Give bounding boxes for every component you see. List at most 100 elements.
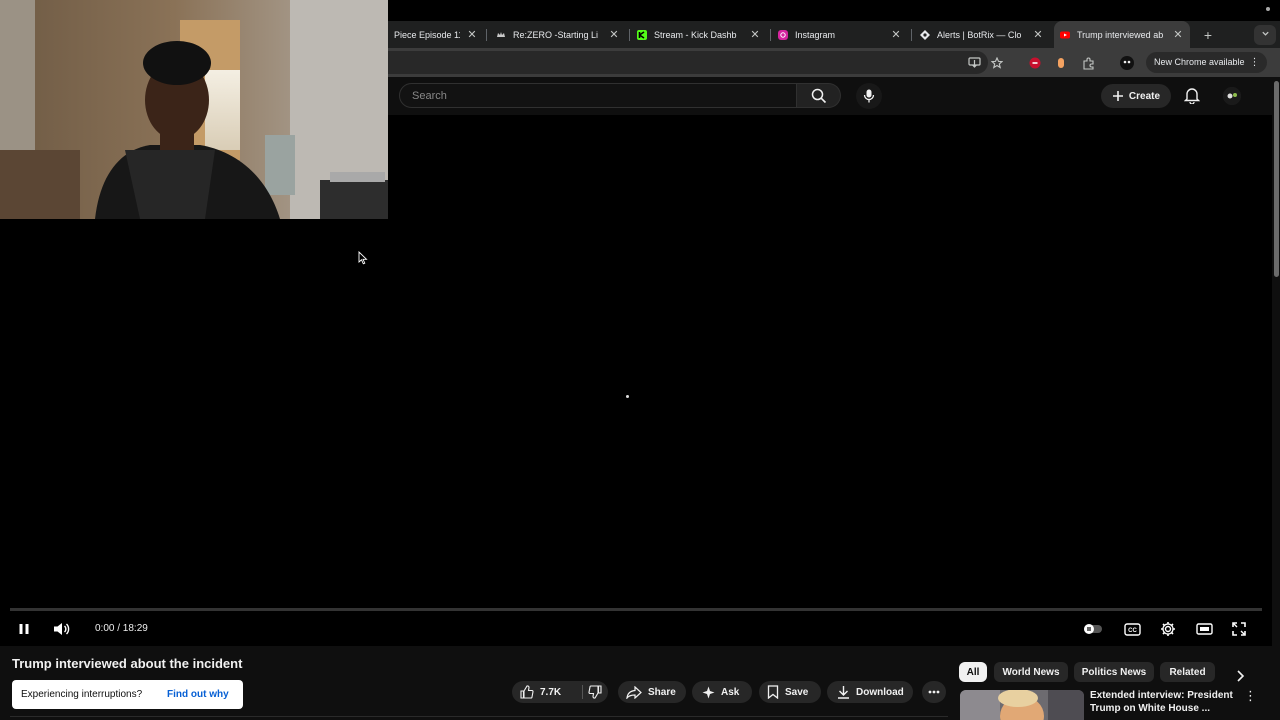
like-dislike-group: 7.7K (512, 681, 608, 703)
scrollbar-thumb[interactable] (1274, 81, 1279, 277)
player-controls: 0:00 / 18:29 CC (0, 615, 1272, 643)
tab-title: Trump interviewed ab (1077, 29, 1164, 40)
volume-icon (54, 623, 70, 635)
tab-title: Instagram (795, 29, 836, 40)
tab-close-icon[interactable]: ✕ (466, 28, 478, 41)
tab-divider (911, 29, 912, 41)
account-avatar[interactable] (1223, 87, 1241, 105)
thumbnail-image (960, 690, 1084, 720)
tab-title: Piece Episode 11 (394, 29, 460, 40)
chevron-right-icon[interactable] (1232, 668, 1248, 684)
crown-favicon-icon (497, 31, 505, 37)
create-button[interactable]: Create (1101, 84, 1171, 108)
tab-close-icon[interactable]: ✕ (1172, 28, 1184, 41)
theater-mode-button[interactable] (1194, 619, 1214, 639)
tab-rezero[interactable]: Re:ZERO -Starting Li ✕ (490, 21, 626, 48)
search-icon (811, 88, 826, 103)
progress-bar[interactable] (10, 608, 1262, 611)
like-divider (582, 685, 583, 699)
dislike-button[interactable] (584, 681, 606, 703)
tab-divider (486, 29, 487, 41)
chip-all[interactable]: All (959, 662, 987, 682)
plus-icon (1112, 91, 1123, 101)
microphone-icon (863, 89, 875, 103)
profile-avatar-icon[interactable] (1119, 55, 1135, 71)
bookmark-star-icon[interactable] (989, 55, 1005, 71)
address-bar[interactable] (388, 51, 988, 74)
tab-search-button[interactable] (1254, 25, 1276, 45)
tab-title: Re:ZERO -Starting Li (513, 29, 599, 40)
thumbs-up-icon (520, 685, 534, 699)
chevron-down-icon (1261, 31, 1269, 36)
video-player[interactable]: 0:00 / 18:29 CC (0, 219, 1272, 646)
download-button[interactable]: Download (827, 681, 913, 703)
save-label: Save (785, 686, 809, 698)
pause-icon (19, 624, 29, 634)
adblock-extension-icon[interactable] (1027, 55, 1043, 71)
chip-world-news[interactable]: World News (994, 662, 1068, 682)
status-dot (1266, 7, 1270, 11)
tab-botrix-alerts[interactable]: Alerts | BotRix — Clo ✕ (914, 21, 1050, 48)
new-tab-button[interactable]: + (1198, 25, 1218, 45)
save-button[interactable]: Save (759, 681, 821, 703)
video-title: Trump interviewed about the incident (12, 656, 243, 671)
tab-title: Alerts | BotRix — Clo (937, 29, 1022, 40)
tab-piece-episode[interactable]: Piece Episode 11 ✕ (388, 21, 484, 48)
install-app-icon[interactable] (966, 55, 982, 71)
thumbs-down-icon (588, 685, 602, 699)
download-icon (838, 686, 849, 699)
share-icon (626, 685, 642, 699)
extensions-puzzle-icon[interactable] (1080, 55, 1096, 71)
divider (10, 716, 948, 717)
update-chrome-button[interactable]: New Chrome available ⋮ (1146, 52, 1267, 73)
chip-related[interactable]: Related (1160, 662, 1215, 682)
extension-icon[interactable] (1053, 55, 1069, 71)
tab-close-icon[interactable]: ✕ (1032, 28, 1044, 41)
subtitles-button[interactable]: CC (1122, 619, 1142, 639)
tab-close-icon[interactable]: ✕ (608, 28, 620, 41)
window-top-strip (388, 0, 1280, 21)
find-out-why-link[interactable]: Find out why (167, 680, 229, 709)
kebab-menu-icon: ⋮ (1249, 57, 1260, 68)
page-scrollbar[interactable] (1272, 77, 1280, 720)
share-button[interactable]: Share (618, 681, 686, 703)
tab-close-icon[interactable]: ✕ (749, 28, 761, 41)
ask-button[interactable]: Ask (692, 681, 752, 703)
volume-button[interactable] (52, 619, 72, 639)
youtube-masthead: Create (388, 77, 1272, 115)
webcam-feed-image (0, 0, 388, 219)
search-input[interactable] (400, 84, 796, 107)
notifications-bell-icon[interactable] (1183, 87, 1202, 105)
ask-label: Ask (721, 686, 740, 698)
closed-captions-icon: CC (1123, 622, 1141, 636)
chip-politics-news[interactable]: Politics News (1074, 662, 1154, 682)
gear-icon (1161, 622, 1175, 636)
tab-divider (770, 29, 771, 41)
create-label: Create (1128, 90, 1161, 102)
autoplay-toggle-icon (1084, 624, 1102, 634)
share-label: Share (648, 686, 676, 698)
tab-close-icon[interactable]: ✕ (890, 28, 902, 41)
theater-mode-icon (1195, 623, 1213, 635)
voice-search-button[interactable] (856, 83, 882, 109)
kick-favicon-icon (637, 29, 647, 40)
instagram-favicon-icon (778, 29, 788, 40)
tab-instagram[interactable]: Instagram ✕ (772, 21, 908, 48)
autoplay-toggle[interactable] (1083, 619, 1103, 639)
tab-kick-dashboard[interactable]: Stream - Kick Dashb ✕ (631, 21, 767, 48)
more-actions-button[interactable] (922, 681, 946, 703)
search-button[interactable] (797, 83, 841, 108)
pause-button[interactable] (14, 619, 34, 639)
toast-message: Experiencing interruptions? (21, 689, 143, 700)
mouse-cursor-icon (358, 251, 368, 265)
settings-button[interactable] (1158, 619, 1178, 639)
recommendation-title[interactable]: Extended interview: President Trump on W… (1090, 689, 1240, 715)
fullscreen-button[interactable] (1229, 619, 1249, 639)
like-button[interactable]: 7.7K (520, 685, 561, 699)
search-box (399, 83, 797, 108)
recommendation-menu-icon[interactable]: ⋮ (1244, 689, 1257, 705)
tab-trump-interview[interactable]: Trump interviewed ab ✕ (1054, 21, 1190, 48)
recommendation-thumbnail[interactable] (960, 690, 1084, 720)
botrix-favicon-icon (920, 29, 930, 40)
interruptions-toast: Experiencing interruptions? Find out why (12, 680, 243, 709)
